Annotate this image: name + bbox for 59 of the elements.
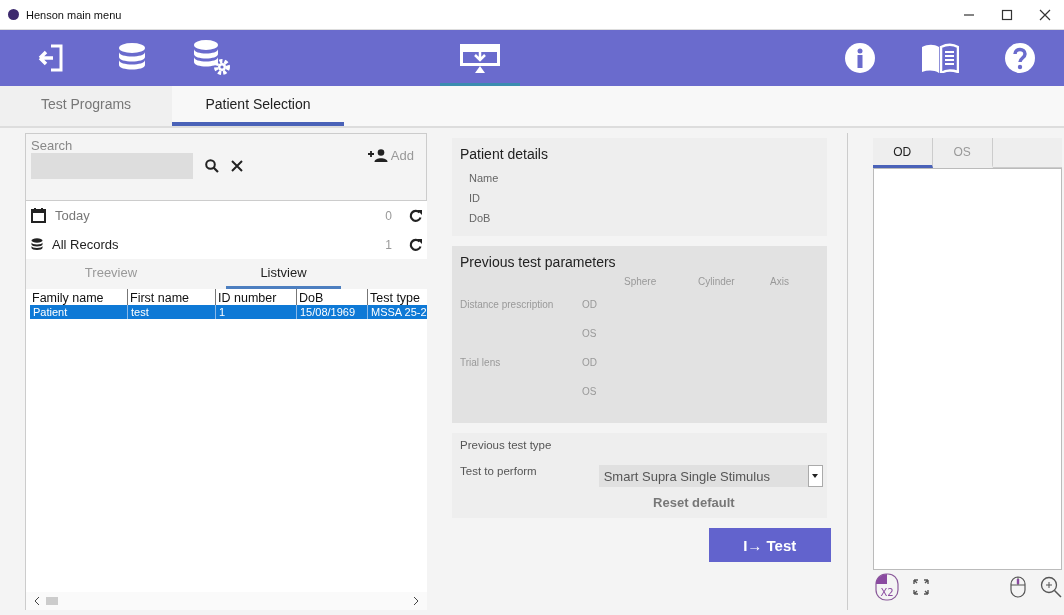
refresh-icon[interactable]: [409, 208, 423, 223]
table-row[interactable]: Patient test 1 15/08/1969 MSSA 25-2: [30, 305, 427, 319]
eye-label: OD: [582, 299, 598, 312]
record-count: 1: [385, 237, 392, 252]
column-label: Sphere: [624, 275, 658, 289]
search-icon[interactable]: [205, 159, 219, 173]
field-label: DoB: [468, 211, 492, 226]
column-header[interactable]: Family name: [30, 289, 127, 305]
previous-test-type-label: Previous test type: [460, 439, 553, 451]
section-title: Previous test parameters: [460, 254, 617, 270]
maximize-icon[interactable]: [1001, 8, 1013, 21]
field-label: Name: [468, 171, 500, 186]
scroll-left-icon[interactable]: [34, 597, 40, 605]
dropdown-arrow-icon: [812, 474, 819, 478]
monitor-download-icon: [459, 43, 501, 73]
table-cell: 1: [215, 305, 296, 319]
record-group-label[interactable]: All Records: [52, 237, 119, 252]
eye-label: OD: [582, 357, 598, 370]
section-title: Patient details: [460, 146, 549, 162]
scrollbar-thumb[interactable]: [46, 597, 58, 605]
info-icon: [845, 43, 875, 73]
table-cell: MSSA 25-2: [367, 305, 427, 319]
double-click-mouse-icon[interactable]: X2: [874, 573, 899, 601]
test-to-perform-label: Test to perform: [460, 465, 537, 477]
eye-label: OS: [582, 328, 598, 341]
mouse-icon[interactable]: [1010, 576, 1026, 598]
database-gear-icon: [192, 39, 232, 77]
field-label: ID: [468, 191, 481, 206]
table-cell-text: Patient: [32, 305, 69, 319]
column-label: Cylinder: [698, 275, 736, 289]
search-label: Search: [31, 138, 74, 153]
database-icon: [31, 238, 43, 251]
table-cell: 15/08/1969: [296, 305, 367, 319]
scroll-right-icon[interactable]: [413, 597, 419, 605]
eye-label: OS: [582, 386, 598, 399]
calendar-icon: [31, 208, 46, 223]
app-logo-icon: [8, 9, 19, 20]
eye-tab[interactable]: OD: [872, 138, 933, 168]
add-person-icon: [367, 149, 388, 162]
clear-icon[interactable]: [231, 160, 243, 172]
close-icon[interactable]: [1039, 8, 1051, 21]
help-icon: [1005, 43, 1035, 73]
test-button[interactable]: I→ Test: [708, 528, 831, 562]
reset-default-button[interactable]: Reset default: [653, 495, 735, 510]
test-dropdown[interactable]: Smart Supra Single Stimulus: [598, 465, 823, 487]
expand-icon[interactable]: [912, 579, 929, 595]
column-label: Axis: [770, 275, 790, 289]
refresh-icon[interactable]: [409, 237, 423, 252]
row-label: Distance prescription: [460, 299, 555, 312]
view-tab[interactable]: Listview: [226, 259, 341, 289]
window-title: Henson main menu: [26, 8, 122, 21]
horizontal-scrollbar[interactable]: [26, 592, 427, 610]
table-cell: test: [127, 305, 215, 319]
tab[interactable]: Test Programs: [0, 86, 172, 126]
row-label: Trial lens: [460, 357, 502, 370]
record-group-label[interactable]: Today: [55, 208, 90, 223]
zoom-in-icon[interactable]: [1040, 576, 1062, 598]
book-icon: [921, 43, 959, 73]
record-count: 0: [385, 208, 392, 223]
